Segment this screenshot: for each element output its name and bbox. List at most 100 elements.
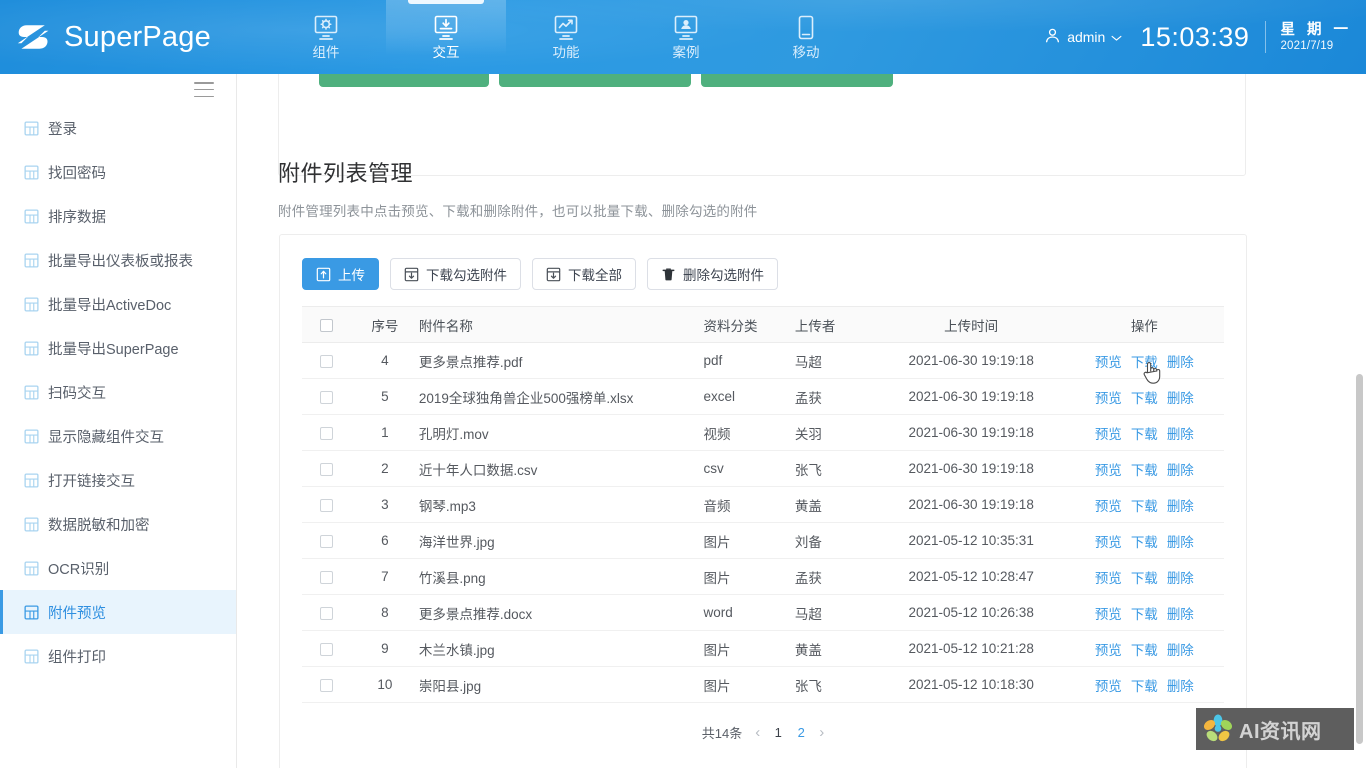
nav-item-mobile[interactable]: 移动 bbox=[746, 0, 866, 74]
select-all-checkbox[interactable] bbox=[319, 318, 333, 332]
row-checkbox[interactable] bbox=[319, 462, 333, 476]
row-checkbox[interactable] bbox=[319, 534, 333, 548]
sidebar-item-label: 批量导出SuperPage bbox=[48, 341, 179, 358]
row-checkbox[interactable] bbox=[319, 498, 333, 512]
preview-link[interactable]: 预览 bbox=[1095, 567, 1122, 587]
delete-link[interactable]: 删除 bbox=[1167, 351, 1194, 371]
row-checkbox[interactable] bbox=[319, 678, 333, 692]
sidebar-item-12[interactable]: 附件预览 bbox=[0, 590, 236, 634]
sidebar-item-10[interactable]: 数据脱敏和加密 bbox=[0, 502, 236, 546]
delete-link[interactable]: 删除 bbox=[1167, 567, 1194, 587]
nav-item-features[interactable]: 功能 bbox=[506, 0, 626, 74]
delete-link[interactable]: 删除 bbox=[1167, 603, 1194, 623]
sidebar-item-3[interactable]: 排序数据 bbox=[0, 194, 236, 238]
sidebar-item-2[interactable]: 找回密码 bbox=[0, 150, 236, 194]
row-filename: 更多景点推荐.pdf bbox=[418, 342, 704, 379]
row-index: 8 bbox=[350, 594, 419, 631]
preview-link[interactable]: 预览 bbox=[1095, 675, 1122, 695]
sidebar-item-1[interactable]: 登录 bbox=[0, 106, 236, 150]
download-link[interactable]: 下载 bbox=[1131, 531, 1158, 551]
layout-grid-icon bbox=[24, 120, 39, 136]
green-button[interactable] bbox=[319, 74, 489, 87]
preview-link[interactable]: 预览 bbox=[1095, 531, 1122, 551]
chevron-left-icon[interactable]: ‹ bbox=[755, 725, 760, 740]
upload-button-label: 上传 bbox=[338, 268, 365, 283]
row-checkbox[interactable] bbox=[319, 570, 333, 584]
sidebar-item-13[interactable]: 组件打印 bbox=[0, 634, 236, 678]
delete-link[interactable]: 删除 bbox=[1167, 675, 1194, 695]
row-checkbox[interactable] bbox=[319, 426, 333, 440]
preview-link[interactable]: 预览 bbox=[1095, 603, 1122, 623]
sidebar-item-6[interactable]: 批量导出SuperPage bbox=[0, 326, 236, 370]
download-link[interactable]: 下载 bbox=[1131, 639, 1158, 659]
delete-selected-label: 删除勾选附件 bbox=[683, 268, 764, 283]
green-button[interactable] bbox=[499, 74, 691, 87]
delete-selected-button[interactable]: 删除勾选附件 bbox=[647, 258, 778, 290]
nav-label: 组件 bbox=[312, 44, 340, 60]
preview-link[interactable]: 预览 bbox=[1095, 495, 1122, 515]
chevron-right-icon[interactable]: › bbox=[819, 725, 824, 740]
row-index: 3 bbox=[350, 486, 419, 523]
download-link[interactable]: 下载 bbox=[1131, 387, 1158, 407]
user-menu[interactable]: admin bbox=[1044, 27, 1140, 47]
page-subtitle: 附件管理列表中点击预览、下载和删除附件，也可以批量下载、删除勾选的附件 bbox=[278, 204, 758, 219]
download-link[interactable]: 下载 bbox=[1131, 567, 1158, 587]
delete-link[interactable]: 删除 bbox=[1167, 495, 1194, 515]
nav-item-components[interactable]: 组件 bbox=[266, 0, 386, 74]
row-actions-cell: 预览 下载 删除 bbox=[1064, 630, 1224, 667]
nav-item-cases[interactable]: 案例 bbox=[626, 0, 746, 74]
download-link[interactable]: 下载 bbox=[1131, 351, 1158, 371]
watermark-text: AI资讯网 bbox=[1239, 720, 1322, 743]
preview-link[interactable]: 预览 bbox=[1095, 423, 1122, 443]
page-title: 附件列表管理 bbox=[278, 161, 414, 186]
preview-link[interactable]: 预览 bbox=[1095, 639, 1122, 659]
sidebar-item-5[interactable]: 批量导出ActiveDoc bbox=[0, 282, 236, 326]
layout-grid-icon bbox=[24, 252, 39, 268]
row-checkbox[interactable] bbox=[319, 354, 333, 368]
row-filename: 崇阳县.jpg bbox=[418, 666, 704, 703]
download-link[interactable]: 下载 bbox=[1131, 495, 1158, 515]
date-label: 2021/7/19 bbox=[1280, 39, 1334, 52]
delete-link[interactable]: 删除 bbox=[1167, 639, 1194, 659]
download-link[interactable]: 下载 bbox=[1131, 603, 1158, 623]
preview-link[interactable]: 预览 bbox=[1095, 351, 1122, 371]
delete-link[interactable]: 删除 bbox=[1167, 387, 1194, 407]
download-link[interactable]: 下载 bbox=[1131, 675, 1158, 695]
upper-card-partial bbox=[278, 74, 1246, 176]
sidebar-item-11[interactable]: OCR识别 bbox=[0, 546, 236, 590]
row-checkbox[interactable] bbox=[319, 642, 333, 656]
nav-item-interaction[interactable]: 交互 bbox=[386, 0, 506, 74]
upload-button[interactable]: 上传 bbox=[302, 258, 379, 290]
page-number-2[interactable]: 2 bbox=[796, 725, 806, 740]
sidebar-item-8[interactable]: 显示隐藏组件交互 bbox=[0, 414, 236, 458]
download-selected-button[interactable]: 下载勾选附件 bbox=[390, 258, 521, 290]
delete-link[interactable]: 删除 bbox=[1167, 459, 1194, 479]
date-display: 星 期 一 2021/7/19 bbox=[1265, 20, 1352, 54]
preview-link[interactable]: 预览 bbox=[1095, 459, 1122, 479]
row-actions-cell: 预览 下载 删除 bbox=[1064, 558, 1224, 595]
green-button[interactable] bbox=[701, 74, 893, 87]
row-checkbox[interactable] bbox=[319, 390, 333, 404]
row-select-cell bbox=[302, 558, 351, 595]
delete-link[interactable]: 删除 bbox=[1167, 423, 1194, 443]
page-number-1[interactable]: 1 bbox=[773, 725, 783, 740]
hamburger-icon[interactable] bbox=[194, 82, 214, 97]
download-link[interactable]: 下载 bbox=[1131, 459, 1158, 479]
preview-link[interactable]: 预览 bbox=[1095, 387, 1122, 407]
sidebar-item-4[interactable]: 批量导出仪表板或报表 bbox=[0, 238, 236, 282]
nav-label: 移动 bbox=[792, 44, 820, 60]
download-link[interactable]: 下载 bbox=[1131, 423, 1158, 443]
row-checkbox[interactable] bbox=[319, 606, 333, 620]
delete-link[interactable]: 删除 bbox=[1167, 531, 1194, 551]
sidebar-item-9[interactable]: 打开链接交互 bbox=[0, 458, 236, 502]
superpage-s-logo-icon bbox=[14, 19, 54, 55]
vertical-scrollbar[interactable] bbox=[1356, 374, 1363, 744]
row-category: 音频 bbox=[703, 486, 795, 523]
table-row: 5 2019全球独角兽企业500强榜单.xlsx excel 孟获 2021-06-30… bbox=[302, 378, 1224, 415]
download-all-button[interactable]: 下载全部 bbox=[532, 258, 636, 290]
row-actions-cell: 预览 下载 删除 bbox=[1064, 378, 1224, 415]
sidebar-item-label: 数据脱敏和加密 bbox=[48, 517, 150, 534]
sidebar-item-7[interactable]: 扫码交互 bbox=[0, 370, 236, 414]
row-uploadtime: 2021-06-30 19:19:18 bbox=[877, 450, 1065, 487]
brand-logo[interactable]: SuperPage bbox=[0, 19, 250, 55]
